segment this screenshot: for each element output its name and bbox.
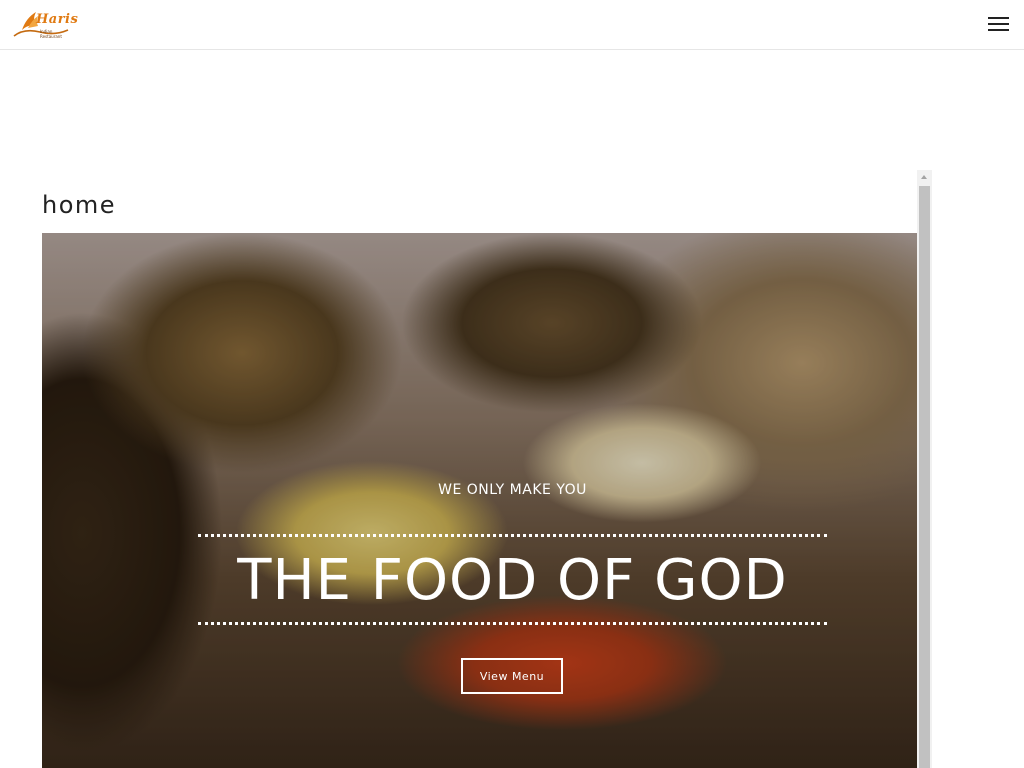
hamburger-menu-icon[interactable] [988,17,1009,33]
hamburger-bar [988,29,1009,31]
hero-divider-top [198,534,827,537]
scrollbar-thumb[interactable] [919,186,930,768]
site-header: Haris Indian Restaurant [0,0,1024,50]
view-menu-button[interactable]: View Menu [461,658,563,694]
hero-content: WE ONLY MAKE YOU THE FOOD OF GOD View Me… [42,233,917,768]
page-title: home [42,191,117,219]
logo-name: Haris [36,12,79,27]
hero-divider-bottom [198,622,827,625]
hero-title: THE FOOD OF GOD [237,548,788,613]
hero-kicker: WE ONLY MAKE YOU [438,482,587,498]
hamburger-bar [988,17,1009,19]
site-logo[interactable]: Haris Indian Restaurant [10,6,78,42]
hamburger-bar [988,23,1009,25]
hero-banner: WE ONLY MAKE YOU THE FOOD OF GOD View Me… [42,233,917,768]
logo-tagline: Indian Restaurant [40,29,62,39]
content-scrollbar[interactable] [917,170,932,768]
scroll-up-arrow-icon[interactable] [917,170,932,185]
